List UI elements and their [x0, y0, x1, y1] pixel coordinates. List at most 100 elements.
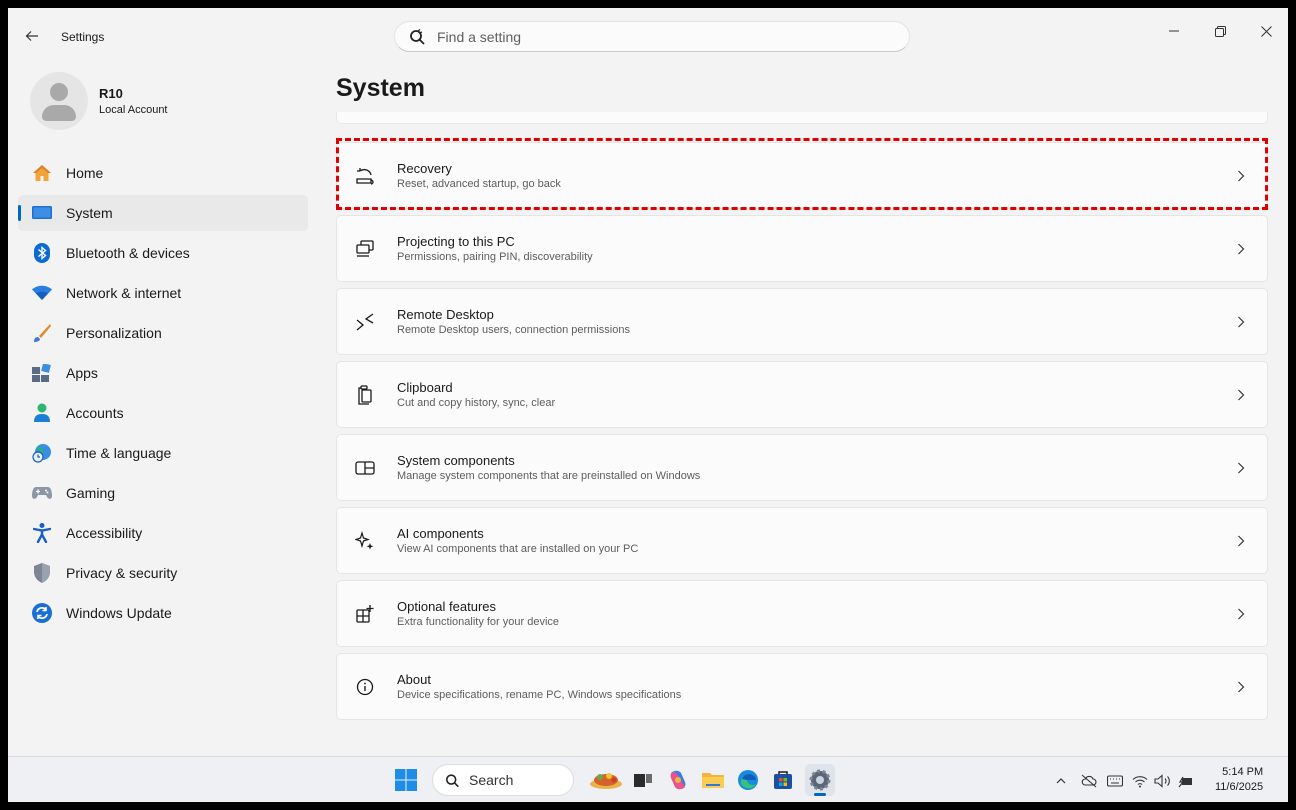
card-subtitle: View AI components that are installed on…: [397, 542, 639, 555]
show-hidden-icons-button[interactable]: [1053, 771, 1069, 791]
taskbar: Search 5:14 PM 11/6/2025: [8, 756, 1288, 802]
widgets-button[interactable]: [588, 767, 624, 793]
copilot-button[interactable]: [665, 767, 691, 793]
search-input[interactable]: [437, 28, 877, 45]
sidebar-item-network-internet[interactable]: Network & internet: [18, 275, 308, 311]
card-about[interactable]: About Device specifications, rename PC, …: [336, 653, 1268, 720]
sidebar-item-label: Personalization: [66, 325, 162, 341]
chevron-right-icon: [1229, 316, 1253, 328]
card-subtitle: Extra functionality for your device: [397, 615, 560, 628]
wifi-status-icon: [1132, 775, 1148, 787]
sidebar-item-system[interactable]: System: [18, 195, 308, 231]
search-icon: [410, 28, 425, 45]
gear-icon: [809, 769, 831, 791]
sidebar-item-label: Windows Update: [66, 605, 172, 621]
sidebar-item-label: Time & language: [66, 445, 172, 461]
sidebar-item-label: Bluetooth & devices: [66, 245, 190, 261]
search-icon: [445, 773, 459, 787]
volume-icon: [1154, 774, 1170, 788]
touch-keyboard-button[interactable]: [1106, 771, 1124, 791]
edge-button[interactable]: [735, 767, 761, 793]
active-app-indicator: [814, 793, 826, 796]
user-name: R10: [99, 86, 123, 101]
close-button[interactable]: [1243, 16, 1288, 46]
card-title: Recovery: [397, 160, 452, 176]
sidebar-item-label: System: [66, 205, 113, 221]
taskbar-search-label: Search: [469, 772, 514, 788]
system-components-icon: [355, 458, 375, 478]
onedrive-status[interactable]: [1080, 771, 1098, 791]
settings-taskbar-button[interactable]: [805, 764, 835, 796]
settings-search-box[interactable]: [394, 21, 910, 52]
card-optional-features[interactable]: Optional features Extra functionality fo…: [336, 580, 1268, 647]
back-button[interactable]: [20, 24, 44, 48]
home-icon: [32, 163, 52, 183]
card-title: AI components: [397, 525, 484, 541]
task-view-button[interactable]: [630, 767, 656, 793]
optional-features-icon: [355, 604, 375, 624]
card-subtitle: Permissions, pairing PIN, discoverabilit…: [397, 250, 593, 263]
clipboard-icon: [355, 384, 375, 405]
sidebar-item-accessibility[interactable]: Accessibility: [18, 515, 308, 551]
keyboard-icon: [1107, 775, 1123, 787]
clock-time: 5:14 PM: [1222, 766, 1264, 778]
sidebar-item-time-language[interactable]: Time & language: [18, 435, 308, 471]
sidebar-item-apps[interactable]: Apps: [18, 355, 308, 391]
card-title: Remote Desktop: [397, 306, 494, 322]
card-recovery[interactable]: Recovery Reset, advanced startup, go bac…: [336, 142, 1268, 209]
sidebar-item-bluetooth-devices[interactable]: Bluetooth & devices: [18, 235, 308, 271]
quick-settings-button[interactable]: [1132, 771, 1194, 791]
taskbar-clock[interactable]: 5:14 PM 11/6/2025: [1215, 765, 1263, 795]
sidebar-item-privacy-security[interactable]: Privacy & security: [18, 555, 308, 591]
title-bar: Settings: [8, 8, 1288, 64]
card-system-components[interactable]: System components Manage system componen…: [336, 434, 1268, 501]
bluetooth-icon: [32, 243, 52, 263]
accessibility-icon: [32, 523, 52, 543]
sidebar-item-home[interactable]: Home: [18, 155, 308, 191]
chevron-right-icon: [1229, 389, 1253, 401]
food-widget-icon: [590, 773, 622, 789]
copilot-icon: [670, 770, 686, 790]
task-view-icon: [634, 774, 652, 787]
settings-window: Settings R10 Local Account Home: [8, 8, 1288, 802]
restore-button[interactable]: [1197, 16, 1243, 46]
cloud-offline-icon: [1081, 774, 1097, 788]
page-title: System: [336, 74, 425, 102]
chevron-right-icon: [1229, 535, 1253, 547]
card-title: About: [397, 671, 431, 687]
minimize-button[interactable]: [1151, 16, 1197, 46]
sidebar-item-accounts[interactable]: Accounts: [18, 395, 308, 431]
card-remote-desktop[interactable]: Remote Desktop Remote Desktop users, con…: [336, 288, 1268, 355]
system-icon: [32, 203, 52, 223]
card-title: Clipboard: [397, 379, 453, 395]
card-ai-components[interactable]: AI components View AI components that ar…: [336, 507, 1268, 574]
recovery-icon: [355, 166, 375, 186]
file-explorer-button[interactable]: [700, 767, 726, 793]
sparkle-icon: [355, 530, 375, 551]
store-button[interactable]: [770, 767, 796, 793]
chevron-right-icon: [1229, 681, 1253, 693]
avatar[interactable]: [30, 72, 88, 130]
card-subtitle: Device specifications, rename PC, Window…: [397, 688, 682, 701]
remote-desktop-icon: [355, 312, 375, 332]
taskbar-search[interactable]: Search: [432, 764, 574, 796]
info-icon: [355, 677, 375, 697]
arrow-left-icon: [25, 31, 38, 41]
sidebar-item-label: Apps: [66, 365, 98, 381]
sidebar-item-label: Privacy & security: [66, 565, 178, 581]
sidebar-item-personalization[interactable]: Personalization: [18, 315, 308, 351]
minimize-icon: [1169, 30, 1179, 32]
card-subtitle: Cut and copy history, sync, clear: [397, 396, 556, 409]
card-projecting-to-this-pc[interactable]: Projecting to this PC Permissions, pairi…: [336, 215, 1268, 282]
sidebar-item-windows-update[interactable]: Windows Update: [18, 595, 308, 631]
card-title: System components: [397, 452, 515, 468]
sidebar-item-label: Network & internet: [66, 285, 182, 301]
chevron-right-icon: [1229, 243, 1253, 255]
scrolled-card-edge: [336, 112, 1268, 124]
sidebar-item-gaming[interactable]: Gaming: [18, 475, 308, 511]
sidebar-item-label: Accounts: [66, 405, 124, 421]
start-button[interactable]: [395, 769, 417, 791]
chevron-right-icon: [1229, 462, 1253, 474]
person-icon: [32, 403, 52, 423]
card-clipboard[interactable]: Clipboard Cut and copy history, sync, cl…: [336, 361, 1268, 428]
